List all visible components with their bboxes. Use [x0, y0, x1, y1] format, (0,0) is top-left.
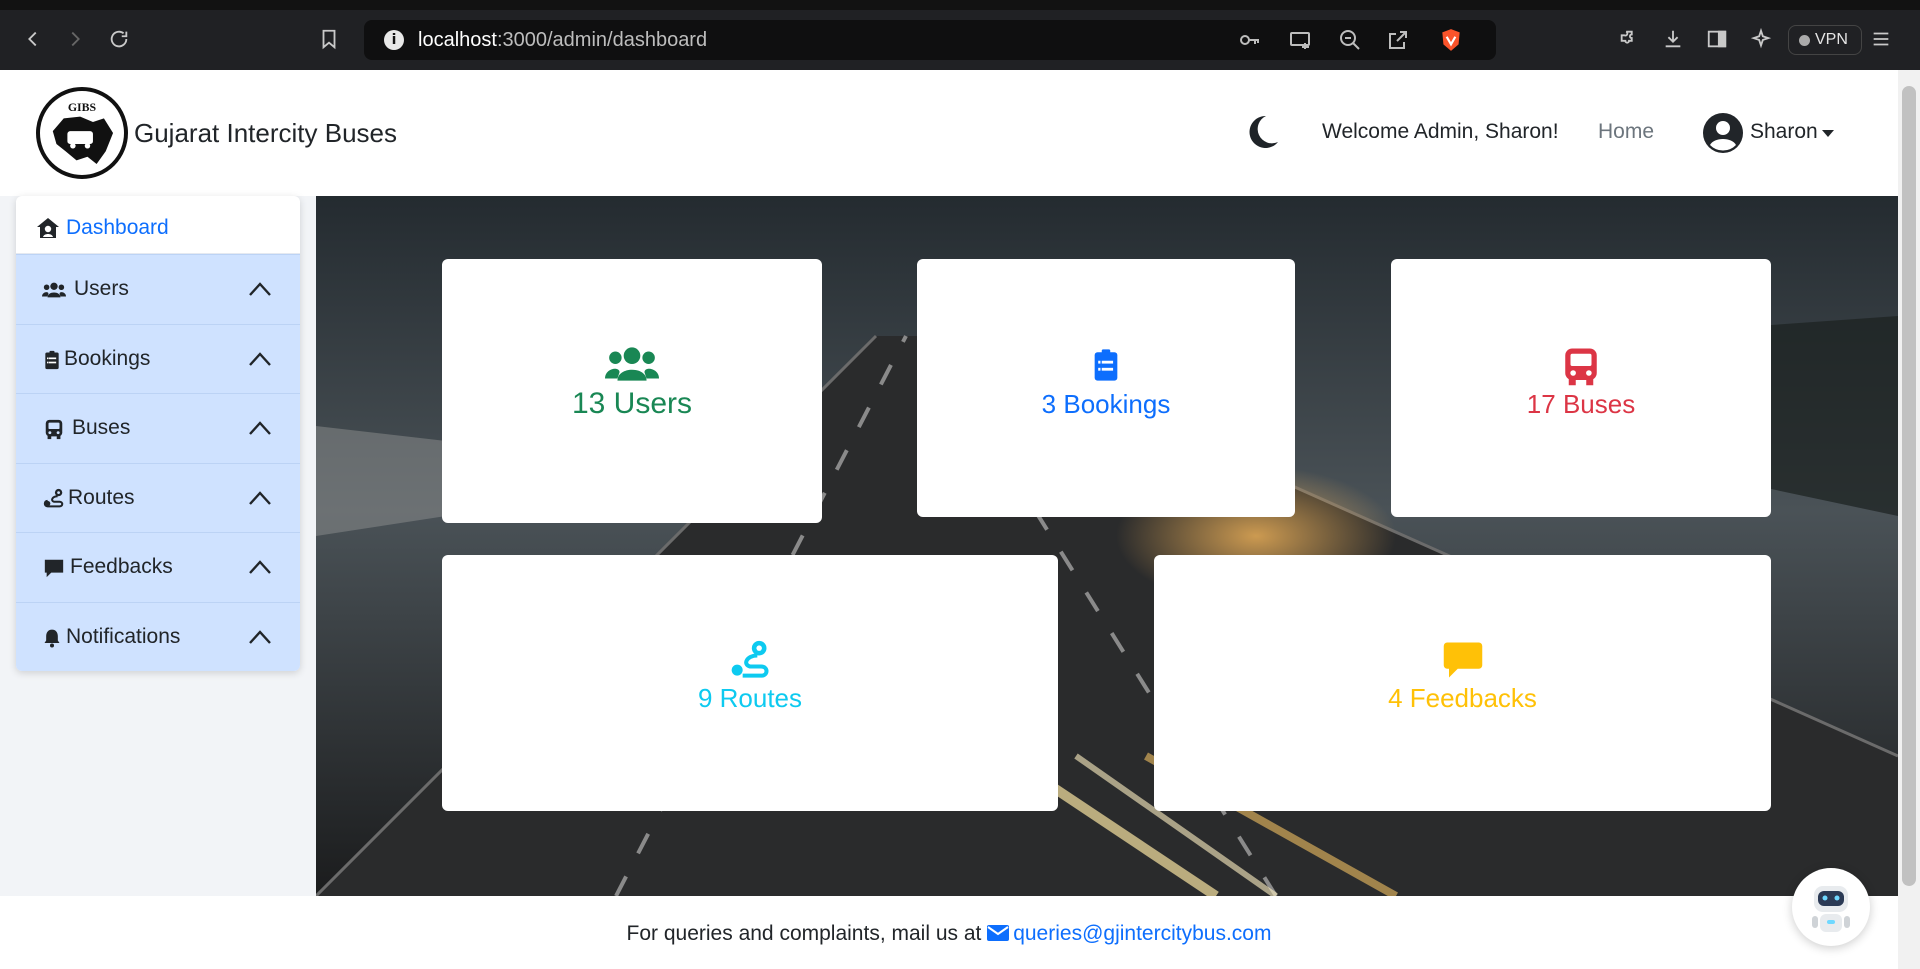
sidebar-item-buses[interactable]: Buses [16, 393, 300, 463]
house-icon [37, 218, 59, 238]
message-icon [44, 559, 64, 578]
footer-text: For queries and complaints, mail us at [626, 922, 988, 945]
card-users[interactable]: 13 Users [442, 259, 822, 523]
sidebar-item-notifications[interactable]: Notifications [16, 601, 300, 671]
gibs-logo[interactable]: GIBS [36, 87, 128, 179]
chevron-up-icon[interactable] [248, 557, 272, 577]
clipboard-icon [1094, 349, 1118, 381]
card-buses[interactable]: 17 Buses [1391, 259, 1771, 517]
sidebar-item-dashboard[interactable]: Dashboard [16, 196, 300, 254]
brave-shield-icon[interactable] [1438, 27, 1464, 53]
caret-down-icon[interactable] [1822, 130, 1834, 137]
browser-toolbar: i localhost:3000/admin/dashboard VPN [0, 0, 1920, 70]
bus-icon [45, 419, 63, 440]
sidebar-item-label: Feedbacks [70, 555, 173, 578]
sidebar-item-label: Bookings [64, 346, 151, 370]
sidebar-item-label: Users [74, 277, 129, 300]
address-bar[interactable]: i localhost:3000/admin/dashboard [364, 20, 1496, 60]
sidebar-item-feedbacks[interactable]: Feedbacks [16, 532, 300, 602]
sidebar-item-routes[interactable]: Routes [16, 462, 300, 532]
route-icon [43, 488, 64, 507]
svg-text:GIBS: GIBS [68, 100, 97, 114]
user-avatar-icon[interactable] [1702, 112, 1744, 154]
users-icon [605, 347, 659, 381]
key-icon[interactable] [1238, 28, 1264, 52]
bell-icon [44, 629, 60, 647]
share-icon[interactable] [1386, 28, 1412, 52]
download-icon[interactable] [1658, 24, 1688, 54]
cast-icon[interactable] [1288, 28, 1314, 52]
footer-email-link[interactable]: queries@gjintercitybus.com [987, 922, 1271, 945]
scrollbar-thumb[interactable] [1902, 86, 1916, 886]
message-icon [1443, 642, 1482, 678]
bus-icon [1565, 348, 1597, 386]
chevron-up-icon[interactable] [248, 488, 272, 508]
footer-contact: For queries and complaints, mail us at q… [0, 922, 1898, 946]
reload-icon[interactable] [104, 24, 134, 54]
site-info-icon[interactable]: i [384, 30, 404, 50]
back-icon[interactable] [18, 24, 48, 54]
chevron-up-icon[interactable] [248, 627, 272, 647]
card-feedbacks[interactable]: 4 Feedbacks [1154, 555, 1771, 811]
user-dropdown-toggle[interactable]: Sharon [1750, 120, 1818, 144]
leo-ai-icon[interactable] [1746, 24, 1776, 54]
page-scrollbar[interactable] [1898, 70, 1920, 969]
chevron-up-icon[interactable] [248, 418, 272, 438]
sidebar-item-label: Dashboard [66, 216, 169, 239]
welcome-text: Welcome Admin, Sharon! [1322, 120, 1559, 143]
sidebar-item-users[interactable]: Users [16, 254, 300, 324]
sidebar-item-bookings[interactable]: Bookings [16, 323, 300, 393]
card-bookings[interactable]: 3 Bookings [917, 259, 1295, 517]
card-routes[interactable]: 9 Routes [442, 555, 1058, 811]
bookmark-icon[interactable] [314, 24, 344, 54]
vpn-button[interactable]: VPN [1788, 25, 1862, 55]
chevron-up-icon[interactable] [248, 349, 272, 369]
users-icon [42, 282, 66, 298]
brand-name[interactable]: Gujarat Intercity Buses [134, 118, 397, 149]
zoom-out-icon[interactable] [1338, 28, 1364, 52]
dashboard-main: 13 Users 3 Bookings 17 Buses 9 Routes 4 … [316, 196, 1898, 896]
users-count: 13 Users [571, 387, 693, 420]
routes-count: 9 Routes [697, 683, 803, 713]
sidebar-item-label: Notifications [66, 624, 181, 648]
chatbot-robot-icon[interactable] [1792, 868, 1870, 946]
route-icon [731, 640, 769, 678]
url-text[interactable]: localhost:3000/admin/dashboard [418, 29, 707, 52]
forward-icon[interactable] [60, 24, 90, 54]
menu-icon[interactable] [1866, 24, 1896, 54]
chevron-up-icon[interactable] [248, 279, 272, 299]
dark-mode-moon-icon[interactable] [1240, 110, 1284, 154]
sidebar-item-label: Routes [68, 485, 135, 509]
admin-sidebar: Dashboard Users Bookings Buses Routes Fe… [16, 196, 300, 671]
site-footer: For queries and complaints, mail us at q… [0, 896, 1898, 969]
feedbacks-count: 4 Feedbacks [1388, 683, 1537, 713]
extensions-icon[interactable] [1614, 24, 1644, 54]
clipboard-icon [45, 350, 59, 369]
nav-home-link[interactable]: Home [1598, 120, 1654, 144]
sidebar-item-label: Buses [72, 416, 131, 439]
site-header: GIBS Gujarat Intercity Buses Welcome Adm… [0, 70, 1898, 196]
buses-count: 17 Buses [1526, 389, 1636, 419]
bookings-count: 3 Bookings [1041, 389, 1171, 419]
sidebar-toggle-icon[interactable] [1702, 24, 1732, 54]
envelope-icon [987, 925, 1010, 941]
